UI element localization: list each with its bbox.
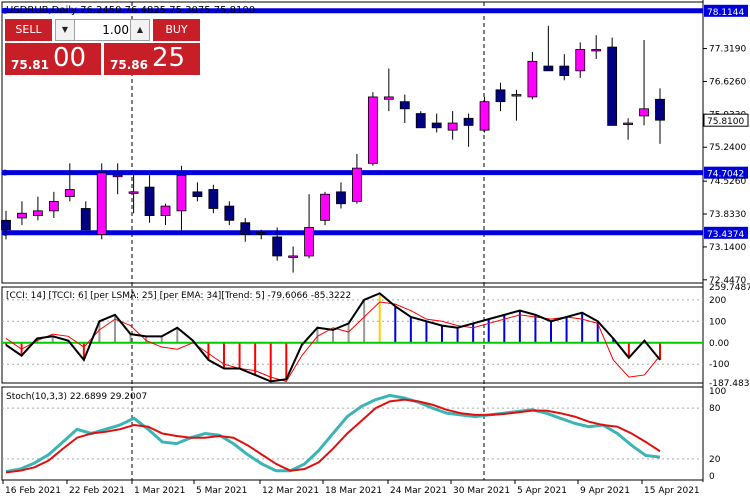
sell-button[interactable]: SELL xyxy=(5,19,52,41)
cci-tick-label: 259.7487 xyxy=(709,283,750,293)
sell-price-button[interactable]: 75.81 00 xyxy=(5,43,101,75)
chevron-down-icon[interactable]: ▼ xyxy=(56,20,75,40)
date-label: 22 Feb 2021 xyxy=(69,486,125,496)
current-price-label: 75.8100 xyxy=(707,117,744,127)
stoch-main-line xyxy=(5,393,661,474)
candle-body xyxy=(160,205,171,216)
one-click-trading-panel: SELL ▼ 1.00 ▲ BUY 75.81 00 75.86 25 xyxy=(5,19,200,75)
stoch-tick-label: 80 xyxy=(709,404,721,414)
date-label: 12 Mar 2021 xyxy=(262,486,319,496)
level-anchor[interactable] xyxy=(2,169,8,176)
level-anchor[interactable] xyxy=(2,229,8,236)
stoch-header: Stoch(10,3,3) 22.6899 29.2007 xyxy=(6,392,147,402)
volume-value[interactable]: 1.00 xyxy=(76,23,129,37)
candle-body xyxy=(447,122,458,131)
cci-tick-label: 200 xyxy=(709,296,726,306)
candle-body xyxy=(543,65,554,72)
buy-label: BUY xyxy=(165,23,188,36)
buy-price-big: 25 xyxy=(152,43,186,73)
date-label: 16 Feb 2021 xyxy=(5,486,61,496)
cci-header: [CCI: 14] [TCCI: 6] [per LSMA: 25] [per … xyxy=(6,291,351,301)
candle-body xyxy=(112,174,123,178)
candle-body xyxy=(176,174,187,212)
stoch-tick-label: 0 xyxy=(709,472,715,482)
date-label: 24 Mar 2021 xyxy=(390,486,447,496)
candle-body xyxy=(17,212,27,219)
axes: 78.114474.704273.437477.319076.626075.93… xyxy=(2,4,750,496)
candle-body xyxy=(623,122,633,125)
candle-body xyxy=(256,231,267,235)
buy-price-button[interactable]: 75.86 25 xyxy=(104,43,200,75)
candle-body xyxy=(48,200,59,212)
price-tick-label: 73.8330 xyxy=(709,210,746,220)
candle-body xyxy=(352,167,362,202)
date-label: 18 Mar 2021 xyxy=(325,486,382,496)
candle-body xyxy=(272,236,283,257)
cci-pane xyxy=(2,292,703,383)
candle-body xyxy=(575,49,586,72)
date-label: 15 Apr 2021 xyxy=(644,486,700,496)
candle-body xyxy=(240,222,251,235)
price-tick-label: 76.6260 xyxy=(709,77,746,87)
cci-tick-label: -100 xyxy=(709,360,730,370)
price-tick-label: 77.3190 xyxy=(709,45,746,55)
candle-body xyxy=(33,210,43,216)
candle-body xyxy=(336,191,346,205)
candle-body xyxy=(383,96,394,100)
candle-body xyxy=(1,219,11,231)
candle-body xyxy=(80,208,91,231)
date-label: 1 Mar 2021 xyxy=(134,486,185,496)
level-label: 78.1144 xyxy=(707,8,744,18)
symbol-header: USDRUB,Daily 76.2450 76.4825 75.3075 75.… xyxy=(6,5,255,16)
date-label: 9 Apr 2021 xyxy=(580,486,630,496)
candle-body xyxy=(527,60,538,98)
price-tick-label: 74.5260 xyxy=(709,177,746,187)
cci-tick-label: 0.00 xyxy=(709,339,729,349)
trading-terminal-chart: 78.114474.704273.437477.319076.626075.93… xyxy=(0,0,750,500)
candle-body xyxy=(224,205,235,221)
buy-button[interactable]: BUY xyxy=(153,19,200,41)
price-tick-label: 75.2400 xyxy=(709,143,746,153)
buy-price-small: 75.86 xyxy=(110,58,148,72)
candle-body xyxy=(655,98,665,121)
candle-body xyxy=(288,255,299,258)
sell-price-small: 75.81 xyxy=(11,58,49,72)
stoch-tick-label: 100 xyxy=(709,387,726,397)
date-label: 5 Apr 2021 xyxy=(517,486,567,496)
date-label: 5 Mar 2021 xyxy=(196,486,247,496)
candle-body xyxy=(415,113,426,129)
candle-body xyxy=(320,193,330,221)
candle-body xyxy=(511,94,522,97)
sell-label: SELL xyxy=(15,23,42,36)
level-label: 73.4374 xyxy=(707,230,744,240)
candle-body xyxy=(591,49,602,52)
candle-body xyxy=(304,227,314,257)
candle-body xyxy=(639,108,649,117)
candle-body xyxy=(367,96,378,164)
sell-price-big: 00 xyxy=(53,43,87,73)
candle-body xyxy=(144,186,155,216)
candle-body xyxy=(479,101,490,131)
candle-body xyxy=(96,172,107,235)
candle-body xyxy=(559,65,570,76)
chart-window[interactable]: 78.114474.704273.437477.319076.626075.93… xyxy=(0,0,750,500)
chevron-up-icon[interactable]: ▲ xyxy=(130,20,149,40)
stoch-pane xyxy=(2,393,703,474)
candle-body xyxy=(128,191,139,194)
candle-body xyxy=(463,117,474,126)
volume-stepper[interactable]: ▼ 1.00 ▲ xyxy=(55,19,150,41)
candle-body xyxy=(208,189,219,209)
price-tick-label: 73.1400 xyxy=(709,243,746,253)
candle-body xyxy=(192,191,203,198)
candle-body xyxy=(607,46,618,126)
stoch-signal-line xyxy=(5,398,661,474)
date-label: 30 Mar 2021 xyxy=(453,486,510,496)
stoch-tick-label: 20 xyxy=(709,455,721,465)
candle-body xyxy=(495,89,506,103)
candle-body xyxy=(431,122,442,129)
candle-body xyxy=(399,101,410,110)
candle-body xyxy=(64,189,75,198)
cci-tick-label: 100 xyxy=(709,317,726,327)
